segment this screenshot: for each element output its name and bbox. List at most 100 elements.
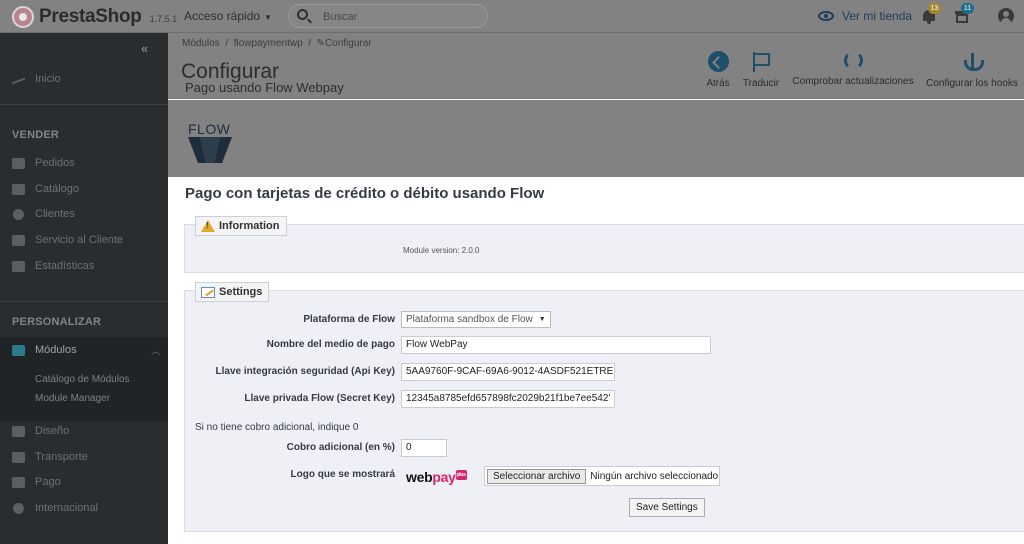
person-icon — [13, 208, 24, 220]
sidebar-item-catalog[interactable]: Catálogo — [0, 178, 168, 200]
page-subtitle: Pago usando Flow Webpay — [185, 80, 344, 95]
chevron-up-icon: ︿ — [150, 345, 160, 356]
breadcrumb-item[interactable]: Módulos — [182, 38, 220, 49]
flow-w-icon — [188, 137, 232, 163]
module-version: Module version: 2.0.0 — [403, 246, 480, 255]
sidebar-item-label: Transporte — [35, 451, 88, 463]
payment-name-field[interactable]: Flow WebPay — [401, 336, 711, 354]
prestashop-mark-icon — [12, 6, 34, 28]
gift-button[interactable]: 11 — [954, 3, 974, 24]
sidebar-item-label: Módulos — [35, 344, 77, 356]
caret-down-icon: ▼ — [538, 316, 546, 323]
flag-icon — [751, 51, 772, 72]
toolbar-label: Atrás — [706, 78, 730, 89]
sidebar-item-label: Inicio — [35, 73, 61, 85]
legend-label: Information — [219, 220, 280, 232]
store-icon — [12, 183, 25, 195]
basket-icon — [12, 157, 25, 169]
sidebar-item-stats[interactable]: Estadísticas — [0, 255, 168, 277]
back-arrow-icon — [707, 51, 729, 72]
sidebar-item-orders[interactable]: Pedidos — [0, 152, 168, 174]
eye-icon — [818, 11, 834, 21]
bar-chart-icon — [12, 260, 25, 272]
sidebar-item-international[interactable]: Internacional — [0, 497, 168, 519]
sidebar-item-label: Estadísticas — [35, 260, 95, 272]
trend-icon — [12, 74, 25, 84]
breadcrumb: Módulos / flowpaymentwp / ✎Configurar — [182, 38, 372, 49]
sidebar-divider — [0, 104, 168, 105]
sidebar-item-label: Diseño — [35, 425, 70, 437]
puzzle-icon — [12, 344, 25, 356]
logo-file-input[interactable]: Seleccionar archivo Ningún archivo selec… — [484, 466, 720, 486]
api-key-label: Llave integración seguridad (Api Key) — [215, 366, 395, 377]
quick-access-menu[interactable]: Acceso rápido ▼ — [184, 9, 272, 23]
sidebar: « Inicio VENDER Pedidos Catálogo Cliente… — [0, 33, 168, 544]
webpay-logo-pay: pay — [432, 469, 456, 485]
breadcrumb-item[interactable]: flowpaymentwp — [234, 38, 303, 49]
sidebar-item-design[interactable]: Diseño — [0, 420, 168, 442]
top-bar: PrestaShop 1.7.5.1 Acceso rápido▼ Ver mi… — [0, 0, 1024, 33]
platform-label: Plataforma de Flow — [303, 314, 395, 325]
collapse-sidebar-icon[interactable]: « — [141, 41, 148, 56]
monitor-icon — [12, 425, 25, 437]
extra-charge-field[interactable]: 0 — [401, 439, 447, 457]
information-fieldset: Information Module version: 2.0.0 — [184, 216, 1024, 273]
version-label: 1.7.5.1 — [149, 14, 178, 24]
caret-down-icon: ▼ — [264, 13, 272, 22]
sidebar-item-home[interactable]: Inicio — [0, 68, 168, 90]
quick-access-label: Acceso rápido — [184, 9, 261, 23]
warning-icon — [201, 220, 215, 232]
flow-logo: FLOW — [188, 122, 232, 166]
toolbar-translate-button[interactable]: Traducir — [741, 51, 781, 89]
edit-icon — [201, 286, 215, 298]
toolbar-back-button[interactable]: Atrás — [704, 51, 732, 89]
notifications-badge: 13 — [928, 3, 941, 14]
toolbar-hooks-button[interactable]: Configurar los hooks — [924, 51, 1020, 89]
webpay-logo-web: web — [406, 469, 433, 485]
wrench-icon: ✎ — [316, 38, 325, 49]
notifications-button[interactable]: 13 — [921, 3, 941, 24]
sidebar-heading-sell: VENDER — [12, 129, 60, 141]
sidebar-item-customers[interactable]: Clientes — [0, 203, 168, 225]
sidebar-subitem-module-catalog[interactable]: Catálogo de Módulos — [35, 374, 130, 385]
module-title: Pago con tarjetas de crédito o débito us… — [185, 185, 545, 202]
breadcrumb-item: Configurar — [324, 38, 372, 49]
user-account-icon[interactable] — [998, 8, 1014, 24]
view-store-link[interactable]: Ver mi tienda — [818, 9, 912, 23]
brand-name: PrestaShop — [39, 6, 142, 27]
payment-name-label: Nombre del medio de pago — [266, 339, 395, 350]
sidebar-item-shipping[interactable]: Transporte — [0, 446, 168, 468]
extra-charge-note: Si no tiene cobro adicional, indique 0 — [195, 422, 359, 433]
refresh-icon — [843, 51, 863, 70]
gift-badge: 11 — [961, 3, 974, 14]
platform-select[interactable]: Plataforma sandbox de Flow ▼ — [401, 311, 551, 328]
search-input[interactable] — [323, 9, 473, 24]
secret-key-label: Llave privada Flow (Secret Key) — [244, 393, 395, 404]
sidebar-item-customer-service[interactable]: Servicio al Cliente — [0, 229, 168, 251]
legend-label: Settings — [219, 286, 263, 298]
sidebar-item-payment[interactable]: Pago — [0, 471, 168, 493]
sidebar-item-label: Clientes — [35, 208, 75, 220]
sidebar-subitem-module-manager[interactable]: Module Manager — [35, 393, 110, 404]
sidebar-item-modules[interactable]: Módulos ︿ — [0, 339, 168, 361]
sidebar-item-label: Pedidos — [35, 157, 75, 169]
settings-legend: Settings — [195, 282, 270, 302]
secret-key-field[interactable]: 12345a8785efd657898fc2029b21f1be7ee542' — [401, 390, 615, 408]
choose-file-button[interactable]: Seleccionar archivo — [487, 468, 587, 484]
logo-label: Logo que se mostrará — [290, 469, 395, 480]
toolbar-check-updates-button[interactable]: Comprobar actualizaciones — [790, 51, 916, 87]
credit-card-icon — [12, 476, 25, 488]
save-settings-button[interactable]: Save Settings — [629, 498, 705, 517]
prestashop-logo[interactable]: PrestaShop 1.7.5.1 — [12, 6, 177, 28]
api-key-field[interactable]: 5AA9760F-9CAF-69A6-9012-4ASDF521ETRE — [401, 363, 615, 381]
sidebar-heading-customize: PERSONALIZAR — [12, 316, 102, 328]
platform-select-value: Plataforma sandbox de Flow — [406, 314, 533, 325]
toolbar-label: Traducir — [742, 78, 780, 89]
search-icon — [297, 9, 308, 20]
search-box[interactable] — [288, 4, 488, 28]
anchor-icon — [962, 51, 984, 72]
flow-logo-word: FLOW — [188, 121, 231, 137]
module-logo-band: FLOW — [168, 100, 1024, 177]
webpay-logo-plus: plus — [455, 470, 467, 480]
view-store-label: Ver mi tienda — [842, 9, 913, 23]
